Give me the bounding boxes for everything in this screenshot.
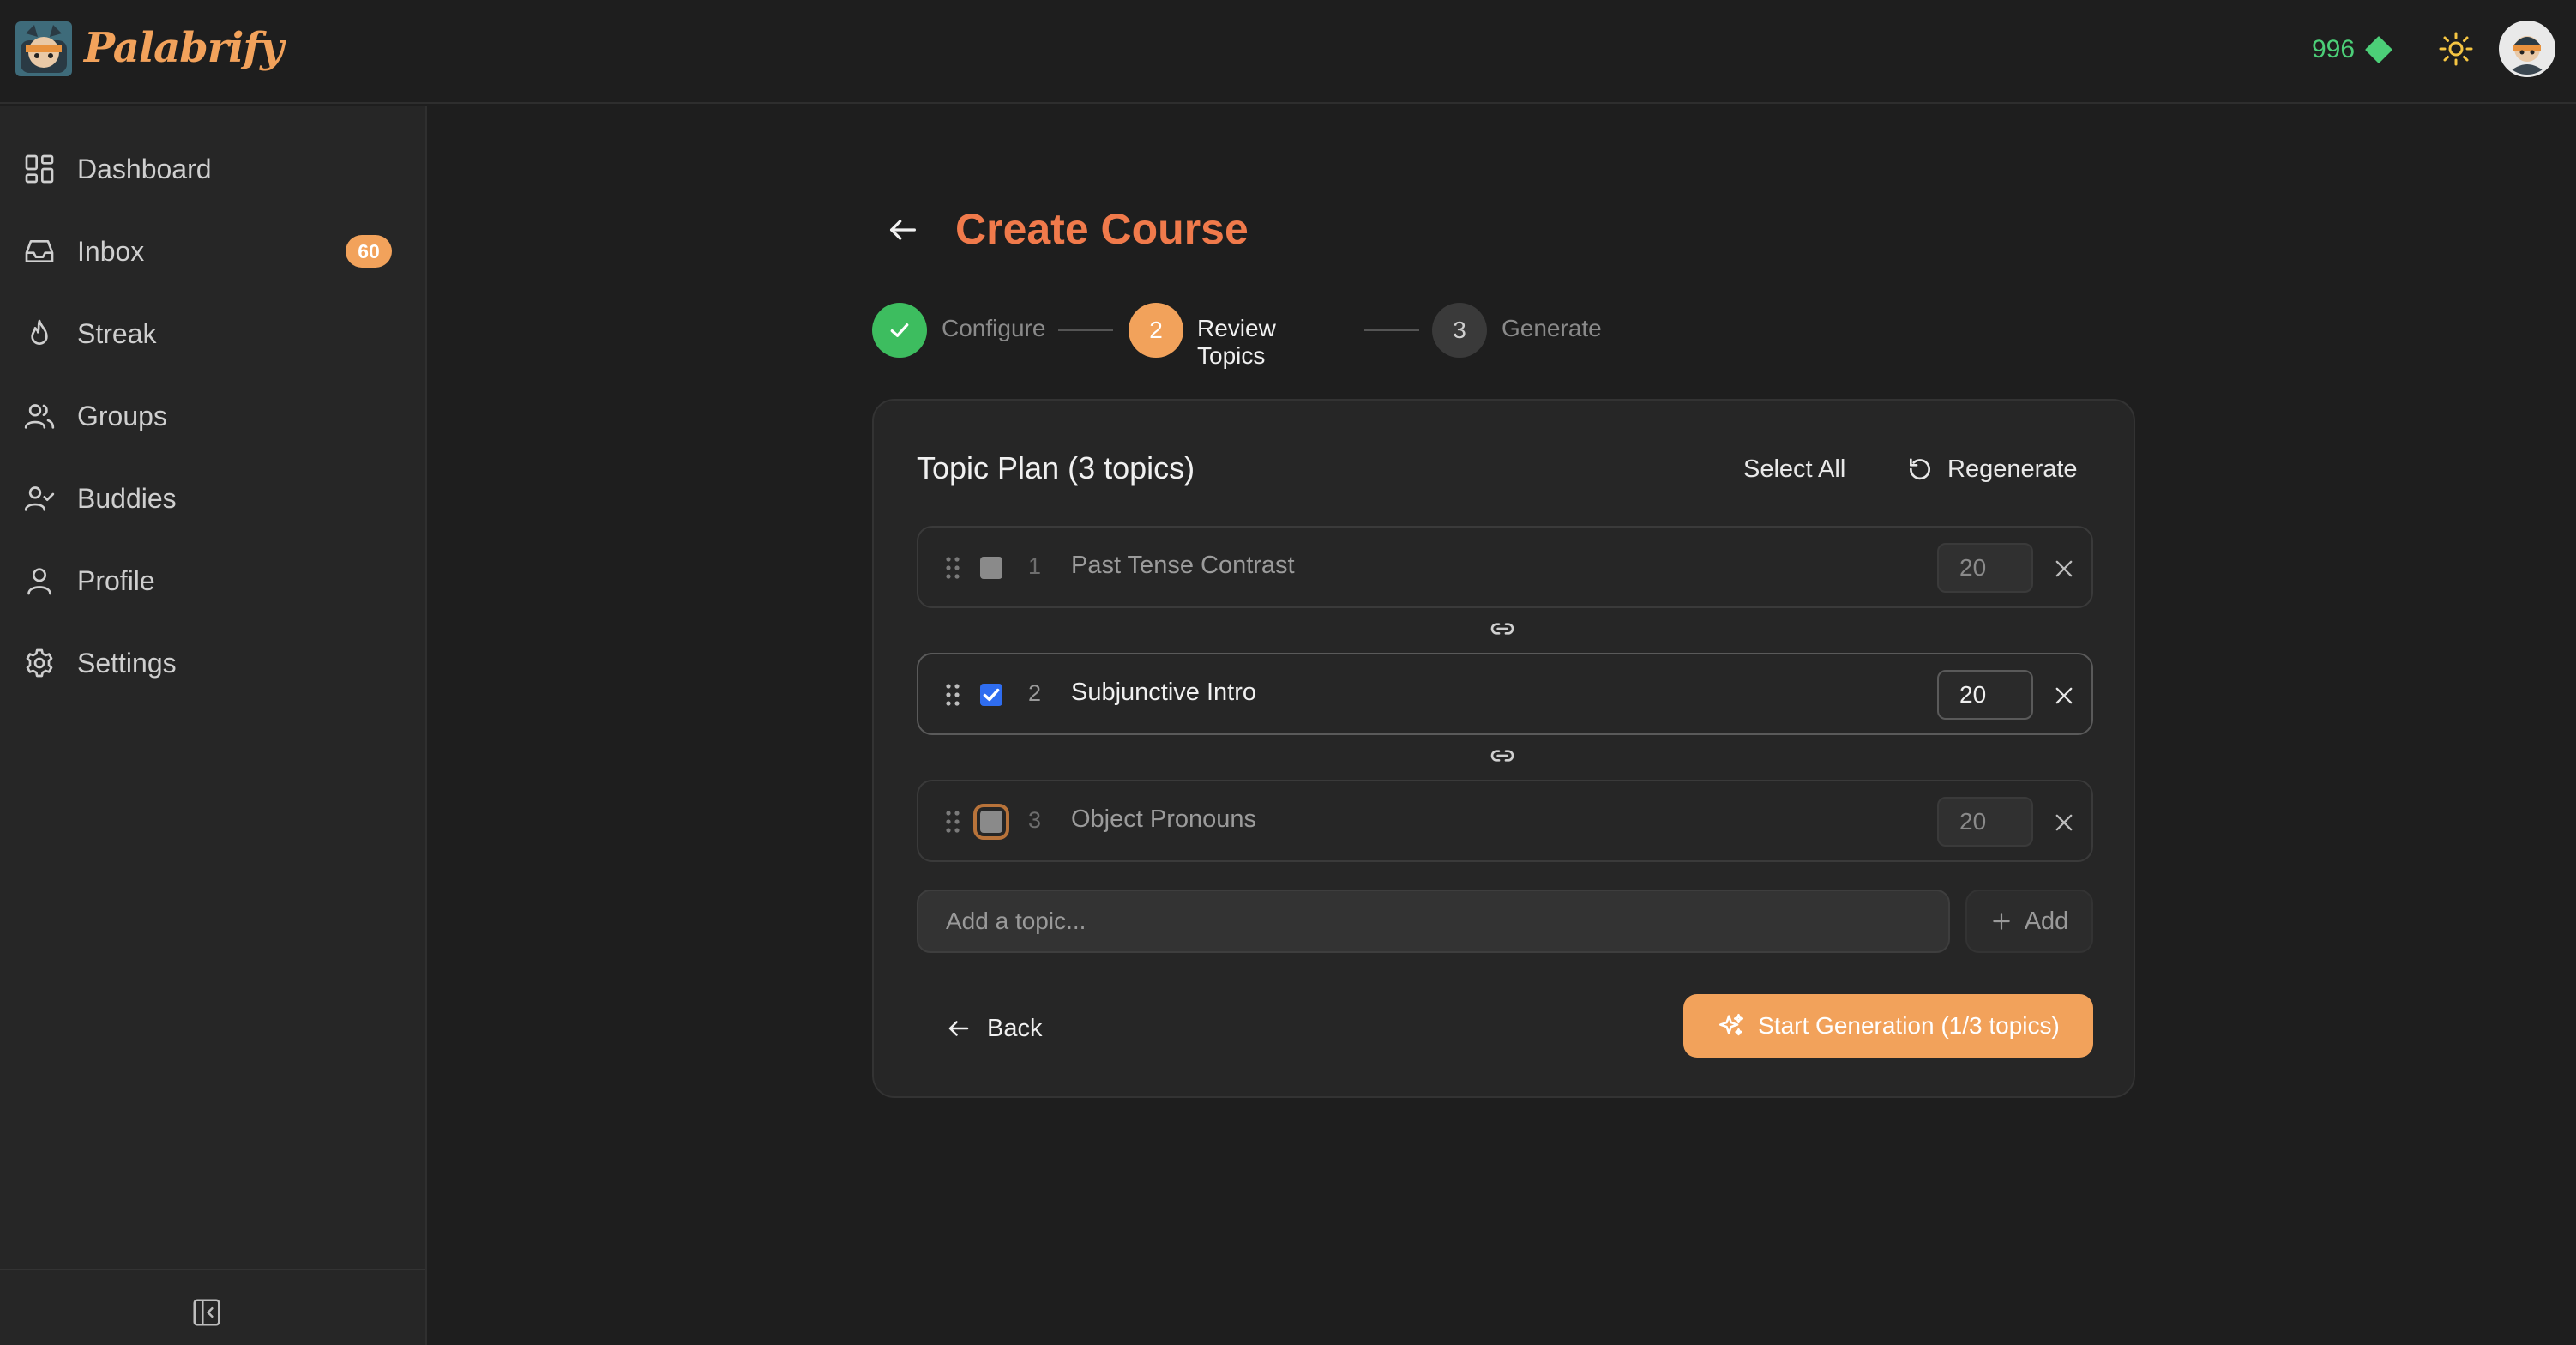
drag-handle-icon[interactable]	[944, 682, 961, 708]
logo-icon[interactable]	[15, 21, 72, 76]
sidebar: Dashboard Inbox 60 Streak Groups Buddies…	[0, 106, 427, 1345]
sidebar-item-label: Profile	[77, 564, 155, 596]
back-label: Back	[987, 1014, 1043, 1042]
topic-checkbox[interactable]	[973, 804, 1009, 840]
start-generation-label: Start Generation (1/3 topics)	[1758, 1012, 2060, 1039]
topic-checkbox[interactable]	[980, 557, 1002, 579]
sidebar-item-label: Settings	[77, 647, 177, 679]
plus-icon	[1992, 913, 2010, 930]
gem-count: 996	[2312, 35, 2356, 63]
sidebar-item-profile[interactable]: Profile	[0, 540, 425, 622]
step-label-generate: Generate	[1502, 315, 1602, 341]
drag-handle-icon[interactable]	[944, 555, 961, 581]
sidebar-item-label: Groups	[77, 400, 167, 431]
page-title: Create Course	[955, 205, 1249, 253]
back-button[interactable]: Back	[946, 1011, 1042, 1046]
gear-icon	[26, 648, 53, 678]
regenerate-label: Regenerate	[1947, 455, 2078, 483]
step-label-review: Review Topics	[1197, 315, 1276, 369]
avatar[interactable]	[2499, 21, 2555, 77]
gem-counter[interactable]: 996	[2312, 33, 2392, 67]
topic-quantity-input[interactable]: 20	[1937, 670, 2033, 720]
topic-checkbox[interactable]	[980, 684, 1002, 706]
collapse-sidebar-icon[interactable]	[190, 1296, 223, 1329]
add-topic-label: Add	[2024, 907, 2069, 935]
users-icon	[24, 404, 55, 429]
topic-plan-card: Topic Plan (3 topics) Select All Regener…	[872, 399, 2135, 1098]
topic-row: 2 Subjunctive Intro 20	[917, 653, 2093, 735]
topic-index: 3	[1028, 807, 1042, 833]
check-icon	[890, 323, 909, 337]
brand-name[interactable]: Palabrify	[84, 24, 284, 72]
user-check-icon	[24, 486, 55, 511]
sidebar-item-inbox[interactable]: Inbox 60	[0, 210, 425, 293]
step-configure-done[interactable]	[872, 303, 927, 358]
drag-handle-icon[interactable]	[944, 809, 961, 835]
sidebar-item-dashboard[interactable]: Dashboard	[0, 128, 425, 210]
regenerate-button[interactable]: Regenerate	[1906, 454, 2078, 485]
back-arrow-icon[interactable]	[886, 213, 920, 247]
flame-icon	[31, 319, 48, 345]
top-header: Palabrify 996	[0, 0, 2576, 104]
sidebar-item-label: Streak	[77, 317, 157, 349]
topic-name: Object Pronouns	[1071, 805, 1257, 833]
step-generate-upcoming[interactable]: 3	[1432, 303, 1487, 358]
step-connector	[1364, 329, 1419, 331]
step-label-configure: Configure	[942, 315, 1046, 341]
sidebar-item-streak[interactable]: Streak	[0, 293, 425, 375]
topic-name: Subjunctive Intro	[1071, 679, 1257, 706]
sidebar-item-label: Dashboard	[77, 153, 212, 184]
arrow-left-icon	[948, 1021, 969, 1036]
add-topic-button[interactable]: Add	[1965, 890, 2093, 953]
topic-row: 1 Past Tense Contrast 20	[917, 526, 2093, 608]
close-icon[interactable]	[2052, 557, 2076, 581]
sidebar-footer	[0, 1269, 425, 1345]
inbox-icon	[25, 240, 54, 262]
add-topic-input[interactable]	[917, 890, 1950, 953]
topic-quantity-input[interactable]: 20	[1937, 797, 2033, 847]
gem-icon	[2365, 36, 2392, 63]
close-icon[interactable]	[2052, 811, 2076, 835]
sidebar-item-groups[interactable]: Groups	[0, 375, 425, 457]
sidebar-item-label: Buddies	[77, 482, 177, 514]
check-icon	[983, 688, 1000, 702]
user-icon	[27, 568, 51, 595]
topic-name: Past Tense Contrast	[1071, 552, 1295, 579]
dashboard-icon	[25, 154, 54, 184]
step-review-current[interactable]: 2	[1129, 303, 1183, 358]
refresh-icon	[1909, 458, 1930, 480]
link-icon[interactable]	[1489, 615, 1516, 642]
topic-index: 2	[1028, 680, 1042, 706]
sidebar-item-buddies[interactable]: Buddies	[0, 457, 425, 540]
close-icon[interactable]	[2052, 684, 2076, 708]
step-connector	[1058, 329, 1113, 331]
link-icon[interactable]	[1489, 742, 1516, 769]
sparkles-icon	[1719, 1013, 1744, 1036]
sidebar-item-settings[interactable]: Settings	[0, 622, 425, 704]
sun-icon[interactable]	[2438, 31, 2474, 67]
topic-index: 1	[1028, 553, 1042, 579]
topic-plan-title: Topic Plan (3 topics)	[917, 450, 1195, 486]
topic-row: 3 Object Pronouns 20	[917, 780, 2093, 862]
sidebar-item-label: Inbox	[77, 235, 145, 267]
start-generation-button[interactable]: Start Generation (1/3 topics)	[1683, 994, 2093, 1058]
inbox-count-badge: 60	[346, 235, 392, 268]
topic-quantity-input[interactable]: 20	[1937, 543, 2033, 593]
select-all-button[interactable]: Select All	[1743, 455, 1845, 484]
